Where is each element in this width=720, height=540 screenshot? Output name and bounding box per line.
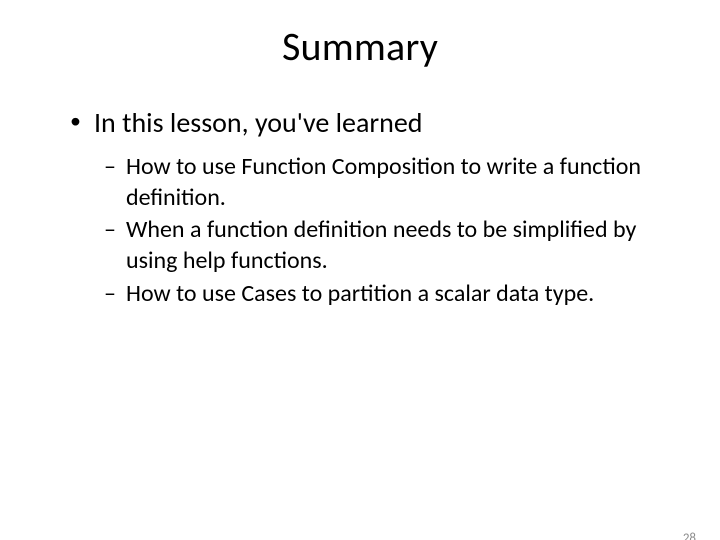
bullet-dot-icon: •: [70, 105, 94, 140]
bullet-level1-text: In this lesson, you've learned: [94, 105, 660, 140]
page-number: 28: [683, 531, 696, 540]
bullet-dash-icon: –: [104, 152, 126, 213]
bullet-level2-text: How to use Function Composition to write…: [126, 152, 660, 213]
bullet-dash-icon: –: [104, 215, 126, 276]
slide-title: Summary: [0, 22, 720, 71]
bullet-level2: – When a function definition needs to be…: [104, 215, 660, 276]
bullet-level2: – How to use Function Composition to wri…: [104, 152, 660, 213]
bullet-dash-icon: –: [104, 279, 126, 310]
bullet-level2-text: How to use Cases to partition a scalar d…: [126, 279, 660, 310]
bullet-level1: • In this lesson, you've learned: [70, 105, 660, 140]
slide-body: • In this lesson, you've learned – How t…: [0, 105, 720, 310]
sub-bullet-list: – How to use Function Composition to wri…: [104, 152, 660, 310]
slide: Summary • In this lesson, you've learned…: [0, 22, 720, 540]
bullet-level2-text: When a function definition needs to be s…: [126, 215, 660, 276]
bullet-level2: – How to use Cases to partition a scalar…: [104, 279, 660, 310]
